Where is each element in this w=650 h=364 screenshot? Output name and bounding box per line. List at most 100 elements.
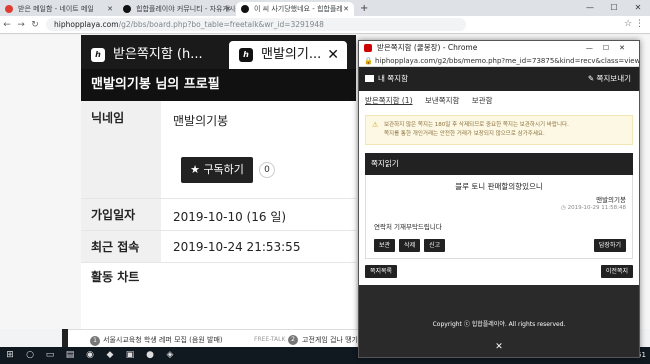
close-window-button[interactable]: ✕ [626,0,650,16]
site-tab-inbox[interactable]: h 받은쪽지함 (h... [81,41,229,69]
joined-label: 가입일자 [81,199,161,230]
popup-titlebar: 받은쪽지함 (쿨봉장) - Chrome —☐✕ [359,41,639,55]
activity-label: 활동 차트 [81,263,161,329]
app-icon[interactable]: ◈ [160,347,180,364]
save-button[interactable]: 보관 [374,239,396,252]
joined-value: 2019-10-10 (16 일) [173,210,287,224]
warning-icon: ⚠ [372,121,379,129]
popup-window-title: 받은쪽지함 (쿨봉장) - Chrome [377,43,478,52]
app-icon[interactable]: ◆ [100,347,120,364]
profile-body: 닉네임 맨발의기봉 ★ 구독하기 0 가입일자 2019-10-10 (16 일… [81,101,356,329]
subscribe-count: 0 [259,162,275,178]
tab-close-icon[interactable]: ✕ [343,2,349,16]
nickname-label: 닉네임 [81,101,161,198]
notice-number: 2 [288,335,298,345]
memo-body: 연락처 기재부탁드립니다 [374,223,442,231]
subscribe-label: 구독하기 [203,163,244,176]
warning-notice: ⚠ 보관하지 않은 쪽지는 180일 후 삭제되므로 중요한 쪽지는 보관하시기… [365,115,633,145]
site-tab-label: 받은쪽지함 (h... [113,47,203,62]
delete-button[interactable]: 삭제 [399,239,421,252]
report-button[interactable]: 신고 [424,239,446,252]
mail-favicon-icon [5,5,13,13]
memo-tabs: 받은쪽지함 (1) 보낸쪽지함 보관함 [359,91,639,111]
notice-bar: 1 서울시교육청 학생 레퍼 모집 (음원 발매) FREE-TALK 2 고전게… [68,329,358,349]
url-field[interactable]: hiphopplaya.com/g2/bbs/board.php?bo_tabl… [46,18,466,31]
memo-date-value: 2019-10-29 11:58:48 [567,205,626,211]
profile-row-nickname: 닉네임 맨발의기봉 ★ 구독하기 0 [81,101,356,199]
tab-close-icon[interactable]: ✕ [107,2,113,16]
last-access-value: 2019-10-24 21:53:55 [173,240,301,254]
maximize-button[interactable]: ☐ [602,0,626,16]
tab-sent[interactable]: 보낸쪽지함 [425,96,460,105]
browser-tabbar: 받은 메일함 - 네이트 메일 ✕ 힙합플레이야 커뮤니티 - 자유게시판 ✕ … [0,0,650,16]
new-tab-button[interactable]: + [354,2,374,16]
profile-row-joined: 가입일자 2019-10-10 (16 일) [81,199,356,231]
memo-sender[interactable]: 맨발의기봉 [596,194,626,204]
memo-header: 내 쪽지함 ✎ 쪽지보내기 [359,67,639,91]
tab-archive[interactable]: 보관함 [472,96,493,105]
tab-close-icon[interactable]: ✕ [225,2,231,16]
site-favicon-icon [241,5,249,13]
memo-list-button[interactable]: 쪽지목록 [365,265,398,278]
notice-number: 1 [90,336,100,346]
subscribe-button[interactable]: ★ 구독하기 [181,157,253,183]
nickname-value: 맨발의기봉 [173,114,229,128]
profile-title: 맨발의기봉 님의 프로필 [81,69,356,101]
forward-icon[interactable]: → [14,20,28,30]
envelope-icon [365,75,374,82]
close-popup-icon[interactable]: ✕ [359,342,639,352]
tab-label: 이 씨 사기당했네요 - 힙합플레 [254,5,343,13]
url-host: hiphopplaya.com [54,20,119,29]
send-memo-label: 쪽지보내기 [596,74,632,83]
popup-footer: Copyright ⓒ 힙합플레이야. All rights reserved.… [359,285,639,357]
memo-date: ◷ 2019-10-29 11:58:48 [561,205,626,211]
star-icon[interactable]: ☆ ⋮ [624,19,644,29]
warning-line: 쪽지를 통한 개인거래는 안전한 거래가 보장되지 않으므로 삼가주세요. [384,131,545,137]
popup-url-bar: 🔒 hiphopplaya.com/g2/bbs/memo.php?me_id=… [359,55,639,67]
address-bar: ← → ↻ hiphopplaya.com/g2/bbs/board.php?b… [0,16,650,34]
site-tab-close-icon[interactable]: ✕ [327,41,339,69]
send-memo-button[interactable]: ✎ 쪽지보내기 [588,67,631,91]
explorer-icon[interactable]: ▤ [60,347,80,364]
last-access-label: 최근 접속 [81,231,161,262]
browser-tab-freetalk[interactable]: 힙합플레이야 커뮤니티 - 자유게시판 ✕ [118,2,236,16]
windows-start-icon[interactable]: ⊞ [0,347,20,364]
app-icon[interactable]: ▣ [120,347,140,364]
url-path: /g2/bbs/board.php?bo_table=freetalk&wr_i… [118,20,324,29]
app-icon[interactable]: ● [140,347,160,364]
memo-subject: 블루 토니 판매할의향있으니 [455,182,543,191]
browser-tab-active[interactable]: 이 씨 사기당했네요 - 힙합플레 ✕ [236,2,354,16]
memo-message: 블루 토니 판매할의향있으니 맨발의기봉 ◷ 2019-10-29 11:58:… [365,175,633,259]
minimize-button[interactable]: — [578,0,602,16]
memo-popup-window: 받은쪽지함 (쿨봉장) - Chrome —☐✕ 🔒 hiphopplaya.c… [358,40,640,358]
site-tab-label: 맨발의기... [261,47,322,62]
popup-window-controls[interactable]: —☐✕ [586,41,635,55]
site-favicon-icon [123,5,131,13]
back-icon[interactable]: ← [0,20,14,30]
popup-url: hiphopplaya.com/g2/bbs/memo.php?me_id=73… [375,57,639,65]
lock-icon: 🔒 [364,57,373,65]
read-memo-heading: 쪽지읽기 [365,153,633,175]
tab-received[interactable]: 받은쪽지함 (1) [365,96,413,105]
notice-link[interactable]: 서울시교육청 학생 레퍼 모집 (음원 발매) [103,336,223,344]
copyright: Copyright ⓒ 힙합플레이야. All rights reserved. [432,321,566,328]
site-favicon-icon [364,44,372,52]
prev-memo-button[interactable]: 이전쪽지 [600,265,633,278]
chrome-icon[interactable]: ◉ [80,347,100,364]
memo-actions: 보관 삭제 신고 [374,239,446,252]
site-tab-profile[interactable]: h 맨발의기... ✕ [229,41,347,69]
reload-icon[interactable]: ↻ [28,20,42,30]
tab-label: 받은 메일함 - 네이트 메일 [18,5,94,13]
browser-tab-mail[interactable]: 받은 메일함 - 네이트 메일 ✕ [0,2,118,16]
warning-line: 보관하지 않은 쪽지는 180일 후 삭제되므로 중요한 쪽지는 보관하시기 바… [384,122,569,128]
site-logo-icon: h [91,48,105,62]
tab-label: 힙합플레이야 커뮤니티 - 자유게시판 [136,5,236,13]
task-view-icon[interactable]: ▭ [40,347,60,364]
profile-row-activity: 활동 차트 [81,263,356,329]
profile-row-last-access: 최근 접속 2019-10-24 21:53:55 [81,231,356,263]
window-controls: — ☐ ✕ [578,0,650,16]
reply-button[interactable]: 답장하기 [593,239,626,252]
search-icon[interactable]: ○ [20,347,40,364]
site-logo-icon: h [239,48,253,62]
memo-header-title: 내 쪽지함 [378,74,408,83]
